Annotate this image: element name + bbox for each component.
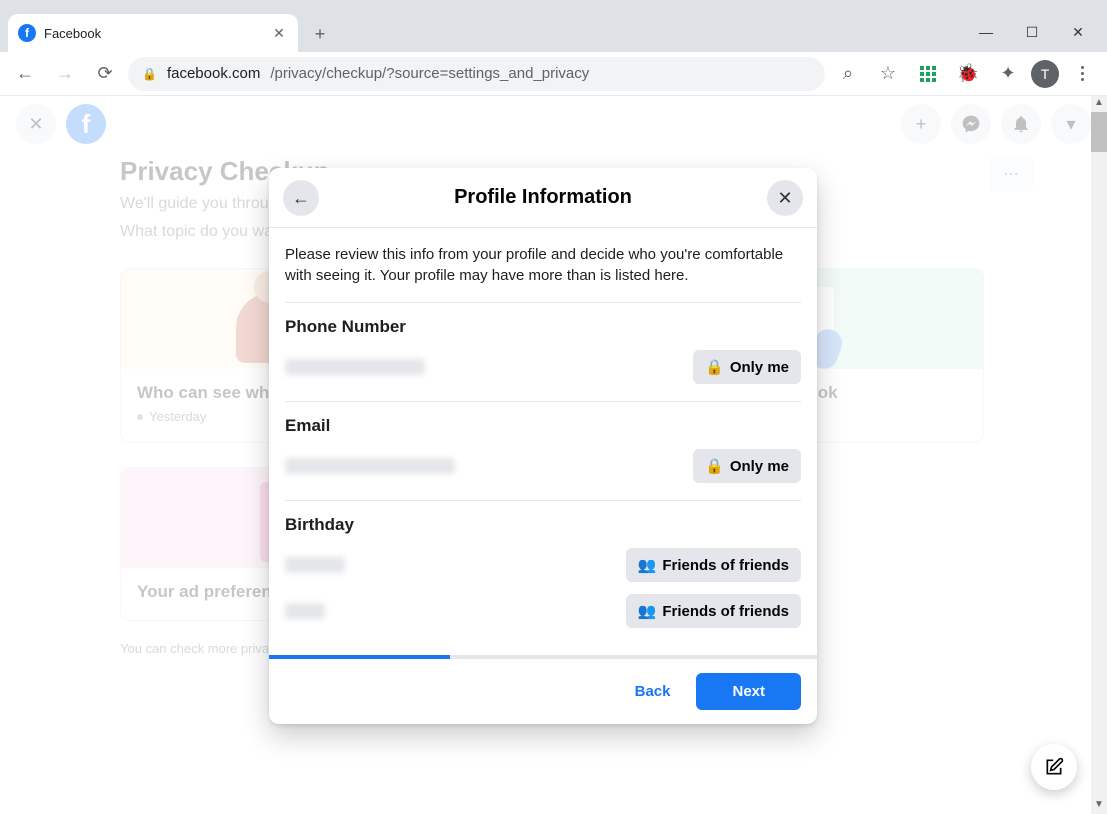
- section-birthday: Birthday 👥Friends of friends 👥Friends of…: [285, 500, 801, 645]
- window-controls: — ☐ ✕: [963, 12, 1107, 52]
- address-bar[interactable]: 🔒 facebook.com/privacy/checkup/?source=s…: [128, 57, 825, 91]
- modal-title: Profile Information: [454, 186, 632, 209]
- section-email: Email 🔒Only me: [285, 401, 801, 500]
- scroll-up-arrow[interactable]: ▲: [1091, 96, 1107, 112]
- email-value-redacted: [285, 458, 455, 474]
- browser-toolbar: ← → ⟳ 🔒 facebook.com/privacy/checkup/?so…: [0, 52, 1107, 96]
- forward-button[interactable]: →: [48, 57, 82, 91]
- extension-grid-icon[interactable]: [911, 57, 945, 91]
- back-button[interactable]: Back: [619, 673, 687, 710]
- phone-label: Phone Number: [285, 317, 801, 337]
- modal-description: Please review this info from your profil…: [285, 244, 801, 286]
- browser-menu-button[interactable]: [1065, 57, 1099, 91]
- email-label: Email: [285, 416, 801, 436]
- modal-back-icon[interactable]: ←: [283, 180, 319, 216]
- scrollbar-thumb[interactable]: [1091, 112, 1107, 152]
- birthday-label: Birthday: [285, 515, 801, 535]
- modal-footer: Back Next: [269, 659, 817, 724]
- phone-audience-button[interactable]: 🔒Only me: [693, 350, 801, 384]
- vertical-scrollbar[interactable]: ▲ ▼: [1091, 96, 1107, 814]
- url-path: /privacy/checkup/?source=settings_and_pr…: [270, 65, 589, 82]
- email-audience-button[interactable]: 🔒Only me: [693, 449, 801, 483]
- phone-value-redacted: [285, 359, 425, 375]
- bookmark-icon[interactable]: ☆: [871, 57, 905, 91]
- modal-close-icon[interactable]: ✕: [767, 180, 803, 216]
- close-window-button[interactable]: ✕: [1055, 16, 1101, 48]
- back-button[interactable]: ←: [8, 57, 42, 91]
- titlebar: f Facebook ✕ + — ☐ ✕: [0, 0, 1107, 52]
- url-host: facebook.com: [167, 65, 260, 82]
- profile-avatar[interactable]: T: [1031, 60, 1059, 88]
- lock-icon: 🔒: [705, 457, 724, 475]
- minimize-button[interactable]: —: [963, 16, 1009, 48]
- new-tab-button[interactable]: +: [306, 20, 334, 48]
- reload-button[interactable]: ⟳: [88, 57, 122, 91]
- birthday-date-redacted: [285, 557, 345, 573]
- browser-tabs: f Facebook ✕ +: [0, 0, 334, 52]
- scroll-down-arrow[interactable]: ▼: [1091, 798, 1107, 814]
- close-tab-icon[interactable]: ✕: [270, 25, 288, 42]
- friends-icon: 👥: [638, 602, 657, 620]
- next-button[interactable]: Next: [696, 673, 801, 710]
- browser-tab[interactable]: f Facebook ✕: [8, 14, 298, 52]
- birthday-year-audience-button[interactable]: 👥Friends of friends: [626, 594, 801, 628]
- edit-fab[interactable]: [1031, 744, 1077, 790]
- birthday-year-redacted: [285, 603, 325, 619]
- maximize-button[interactable]: ☐: [1009, 16, 1055, 48]
- facebook-favicon: f: [18, 24, 36, 42]
- tab-title: Facebook: [44, 26, 262, 41]
- extensions-icon[interactable]: ✦: [991, 57, 1025, 91]
- page-content: ✕ f + ▾ Privacy Checkup ⋯ We'll guide yo…: [0, 96, 1107, 814]
- lock-icon: 🔒: [705, 358, 724, 376]
- profile-information-modal: ← Profile Information ✕ Please review th…: [269, 168, 817, 724]
- lock-icon: 🔒: [142, 67, 157, 81]
- modal-header: ← Profile Information ✕: [269, 168, 817, 228]
- section-phone: Phone Number 🔒Only me: [285, 302, 801, 401]
- birthday-date-audience-button[interactable]: 👥Friends of friends: [626, 548, 801, 582]
- bug-icon[interactable]: 🐞: [951, 57, 985, 91]
- zoom-icon[interactable]: ⌕: [831, 57, 865, 91]
- friends-icon: 👥: [638, 556, 657, 574]
